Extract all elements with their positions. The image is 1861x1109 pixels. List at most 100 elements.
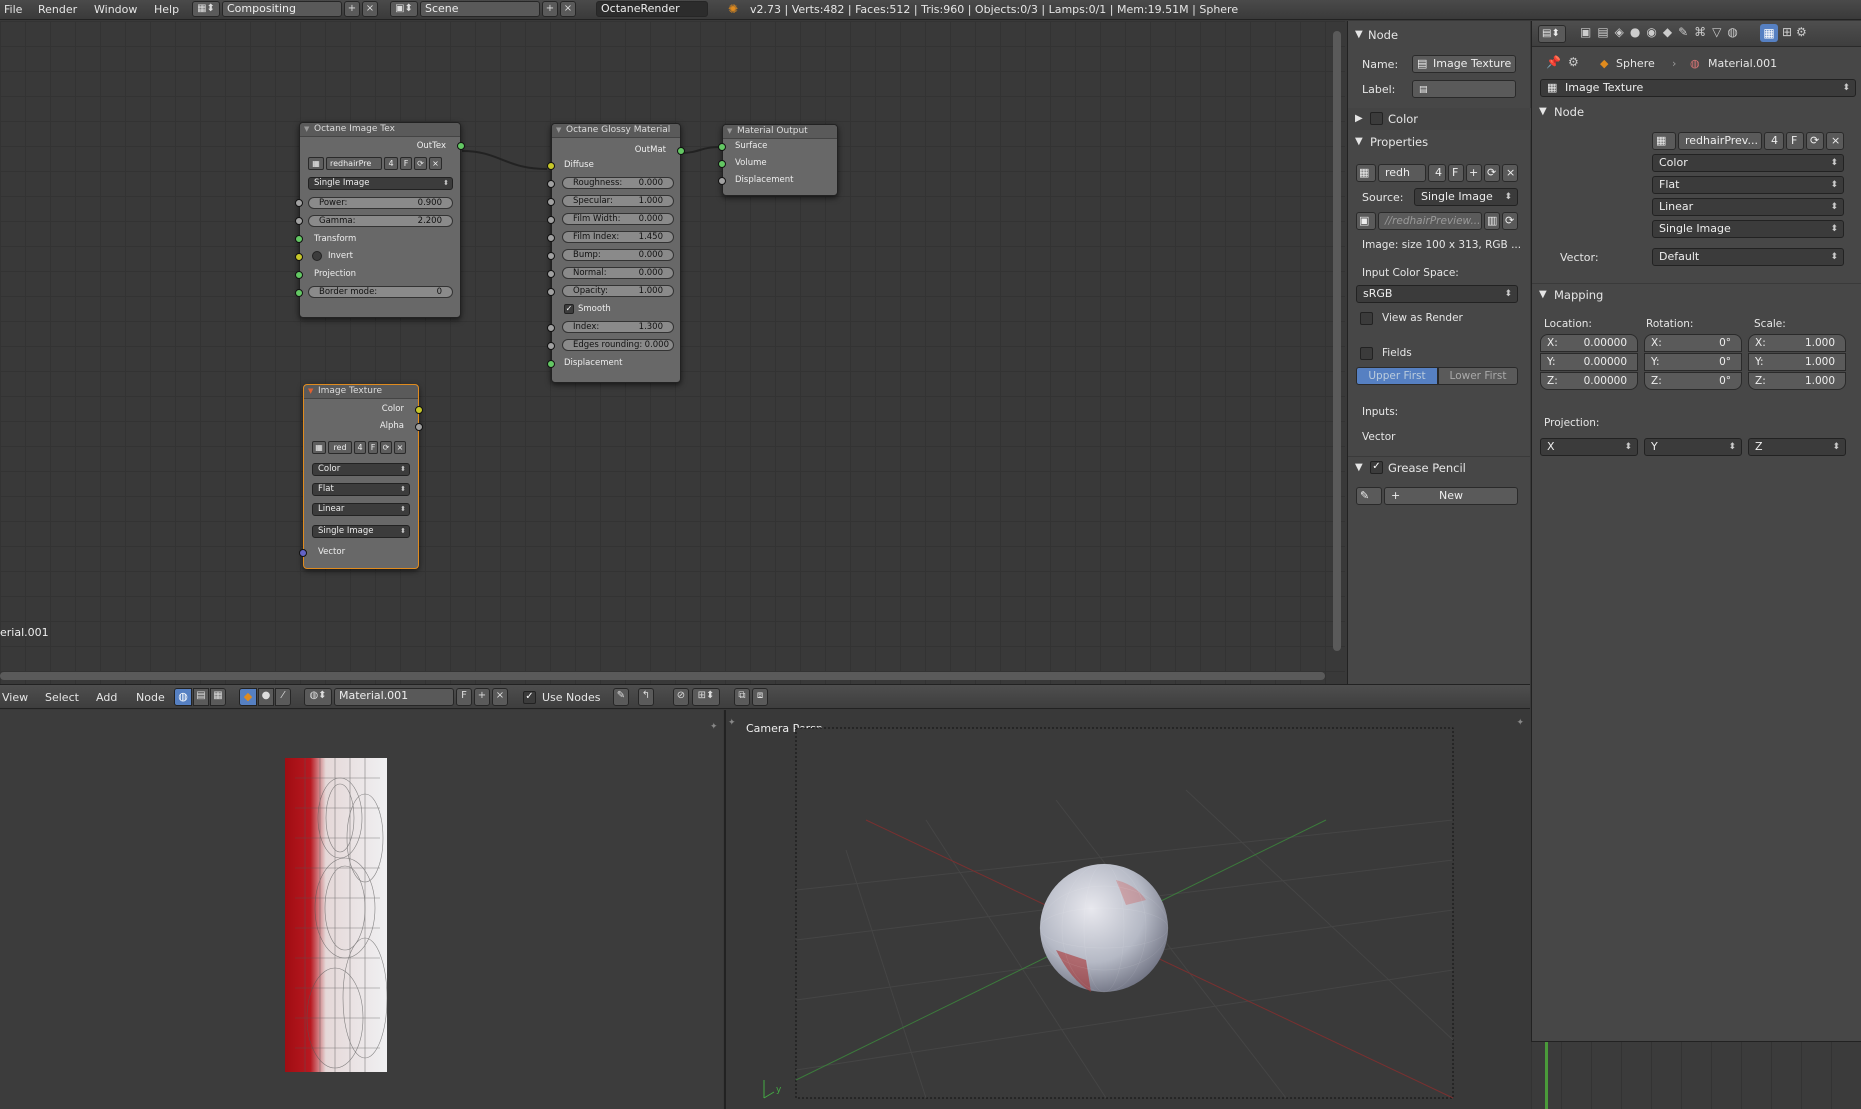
unlink-icon[interactable]: ×: [1502, 164, 1518, 182]
socket-edges-rounding[interactable]: [547, 342, 555, 350]
pack-icon[interactable]: ▥: [1484, 212, 1500, 230]
socket-specular[interactable]: [547, 198, 555, 206]
texture-nodes-icon[interactable]: ▦: [210, 688, 226, 706]
socket-opacity[interactable]: [547, 288, 555, 296]
edges-rounding-slider[interactable]: Edges rounding: 0.000: [562, 339, 674, 351]
world-shader-icon[interactable]: ●: [258, 688, 274, 706]
image-browse-icon[interactable]: ▦: [308, 157, 324, 170]
image-users-count[interactable]: 4: [384, 157, 398, 170]
vector-select[interactable]: Default: [1652, 248, 1844, 266]
specular-slider[interactable]: Specular: 1.000: [562, 195, 674, 207]
compositing-nodes-icon[interactable]: ▤: [193, 688, 209, 706]
node-name-field[interactable]: ▤ Image Texture: [1412, 55, 1516, 73]
socket-film-index[interactable]: [547, 234, 555, 242]
bump-slider[interactable]: Bump: 0.000: [562, 249, 674, 261]
vertical-scrollbar[interactable]: [1333, 31, 1341, 651]
gamma-slider[interactable]: Gamma: 2.200: [308, 215, 453, 227]
socket-outmat[interactable]: [677, 147, 685, 155]
scene-field[interactable]: Scene: [420, 1, 540, 17]
image-name-field[interactable]: red: [328, 441, 352, 454]
lower-first-button[interactable]: Lower First: [1438, 367, 1518, 385]
add-material-icon[interactable]: +: [474, 688, 490, 706]
texture-type-select[interactable]: ▦ Image Texture: [1540, 79, 1856, 97]
reload-icon[interactable]: ⟳: [1484, 164, 1500, 182]
material-name-field[interactable]: Material.001: [334, 688, 454, 706]
new-image-icon[interactable]: +: [1466, 164, 1482, 182]
node-panel-header[interactable]: ▼ Node: [1532, 101, 1861, 123]
screen-layout-field[interactable]: Compositing: [222, 1, 342, 17]
source-select[interactable]: Single Image: [1652, 220, 1844, 238]
image-name-field[interactable]: redh: [1378, 164, 1426, 182]
menu-help[interactable]: Help: [154, 3, 179, 16]
image-name-field[interactable]: redhairPrev...: [1678, 132, 1762, 150]
image-users-count[interactable]: 4: [354, 441, 366, 454]
power-slider[interactable]: Power: 0.900: [308, 197, 453, 209]
scale-x-field[interactable]: X: 1.000: [1748, 334, 1846, 352]
socket-outtex[interactable]: [457, 142, 465, 150]
use-nodes-checkbox[interactable]: ✓: [523, 691, 536, 704]
pin-icon[interactable]: ✎: [613, 688, 629, 706]
menu-add[interactable]: Add: [96, 691, 117, 704]
pin-icon[interactable]: 📌: [1546, 55, 1561, 69]
projection-select[interactable]: Linear: [1652, 198, 1844, 216]
color-checkbox[interactable]: [1370, 112, 1383, 125]
grease-pencil-checkbox[interactable]: ✓: [1370, 461, 1383, 474]
image-users-count[interactable]: 4: [1764, 132, 1784, 150]
linestyle-shader-icon[interactable]: ⁄: [275, 688, 291, 706]
paste-nodes-icon[interactable]: ⧈: [752, 688, 768, 706]
remove-scene-icon[interactable]: ×: [560, 1, 576, 17]
menu-node[interactable]: Node: [136, 691, 165, 704]
projection-x-select[interactable]: X: [1540, 438, 1638, 456]
projection-select[interactable]: Linear: [312, 503, 410, 516]
film-width-slider[interactable]: Film Width: 0.000: [562, 213, 674, 225]
unlink-material-icon[interactable]: ×: [492, 688, 508, 706]
render-engine-select[interactable]: OctaneRender: [596, 1, 708, 17]
node-editor[interactable]: Octane Image Tex OutTex ▦ redhairPre 4 F…: [0, 21, 1345, 684]
projection-y-select[interactable]: Y: [1644, 438, 1742, 456]
texture-tab-icon[interactable]: ▦: [1760, 24, 1778, 42]
socket-bump[interactable]: [547, 252, 555, 260]
filepath-field[interactable]: //redhairPreview...: [1378, 212, 1482, 230]
location-z-field[interactable]: Z: 0.00000: [1540, 372, 1638, 390]
view-as-render-checkbox[interactable]: [1360, 312, 1373, 325]
uv-image-editor[interactable]: ✦: [0, 710, 723, 1109]
image-users-count[interactable]: 4: [1428, 164, 1446, 182]
copy-nodes-icon[interactable]: ⧉: [734, 688, 750, 706]
location-y-field[interactable]: Y: 0.00000: [1540, 353, 1638, 371]
socket-color[interactable]: [415, 406, 423, 414]
image-browse-icon[interactable]: ▦: [312, 441, 326, 454]
location-x-field[interactable]: X: 0.00000: [1540, 334, 1638, 352]
fake-user-button[interactable]: F: [368, 441, 378, 454]
reload-icon[interactable]: ⟳: [380, 441, 392, 454]
socket-index[interactable]: [547, 324, 555, 332]
index-slider[interactable]: Index: 1.300: [562, 321, 674, 333]
unlink-icon[interactable]: ×: [394, 441, 406, 454]
socket-gamma[interactable]: [295, 217, 303, 225]
3d-viewport[interactable]: Camera Persp ✦ ✦ y: [724, 710, 1530, 1109]
extra-tab-icons[interactable]: ⊞⚙: [1782, 25, 1811, 39]
parent-node-tree-icon[interactable]: ↰: [638, 688, 654, 706]
node-title[interactable]: Octane Image Tex: [300, 123, 460, 137]
socket-power[interactable]: [295, 199, 303, 207]
node-material-output[interactable]: Material Output Surface Volume Displacem…: [718, 124, 838, 196]
normal-slider[interactable]: Normal: 0.000: [562, 267, 674, 279]
roughness-slider[interactable]: Roughness: 0.000: [562, 177, 674, 189]
node-octane-glossy-material[interactable]: Octane Glossy Material OutMat Diffuse Ro…: [547, 123, 685, 383]
projection-z-select[interactable]: Z: [1748, 438, 1846, 456]
fake-user-button[interactable]: F: [1786, 132, 1804, 150]
shader-nodes-icon[interactable]: ◍: [174, 688, 192, 706]
menu-view[interactable]: View: [2, 691, 28, 704]
socket-film-width[interactable]: [547, 216, 555, 224]
new-grease-pencil-button[interactable]: + New: [1384, 487, 1518, 505]
interpolation-select[interactable]: Flat: [312, 483, 410, 496]
menu-select[interactable]: Select: [45, 691, 79, 704]
rotation-x-field[interactable]: X: 0°: [1644, 334, 1742, 352]
rotation-z-field[interactable]: Z: 0°: [1644, 372, 1742, 390]
menu-render[interactable]: Render: [38, 3, 77, 16]
color-panel-header[interactable]: ▶ Color: [1348, 108, 1531, 130]
image-browse-icon[interactable]: ▦: [1652, 132, 1676, 150]
unlink-icon[interactable]: ×: [1826, 132, 1844, 150]
socket-normal[interactable]: [547, 270, 555, 278]
unlink-icon[interactable]: ×: [429, 157, 442, 170]
scale-y-field[interactable]: Y: 1.000: [1748, 353, 1846, 371]
